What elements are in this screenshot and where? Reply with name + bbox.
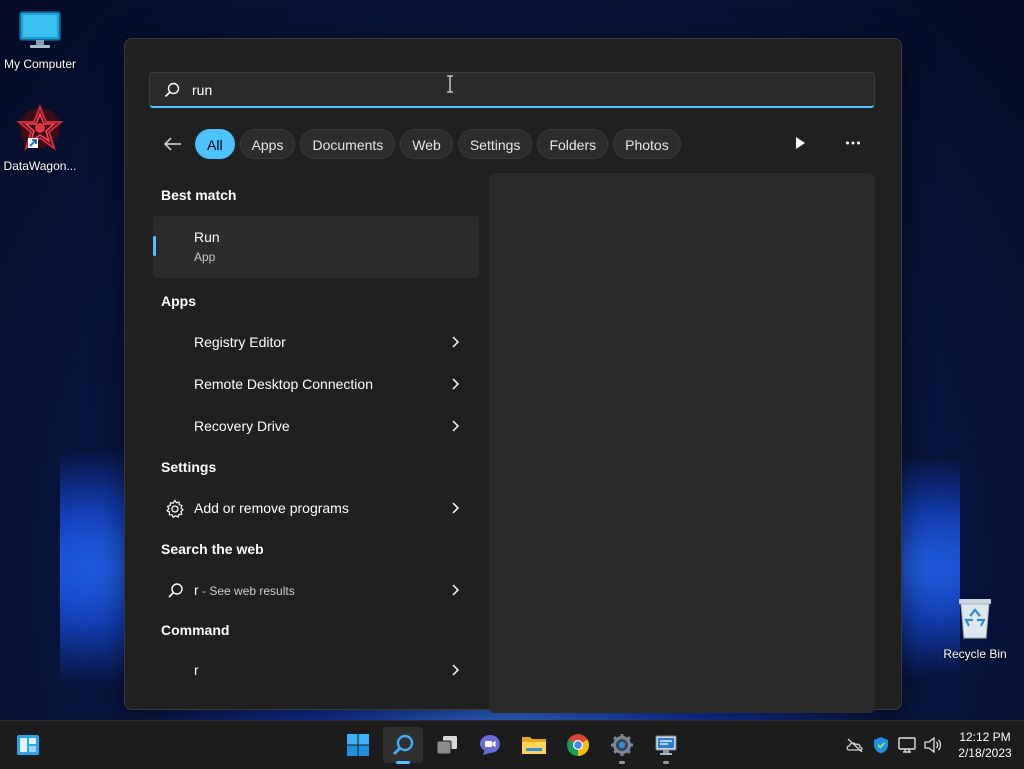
list-item-label: r - See web results: [194, 582, 295, 598]
desktop-icon-datawagon[interactable]: DataWagon...: [0, 104, 80, 173]
section-title-command: Command: [161, 622, 230, 638]
desktop-icon-recycle-bin[interactable]: Recycle Bin: [935, 596, 1015, 661]
chevron-right-icon[interactable]: [451, 336, 459, 348]
section-title-apps: Apps: [161, 293, 196, 309]
list-item-recovery-drive[interactable]: Recovery Drive: [153, 407, 479, 445]
section-title-settings: Settings: [161, 459, 217, 475]
play-icon: [796, 137, 805, 149]
remote-desktop-connection-icon: [165, 375, 185, 395]
taskbar-chrome-button[interactable]: [558, 727, 598, 763]
search-input[interactable]: run: [149, 72, 875, 108]
taskbar-task-view-button[interactable]: [427, 727, 467, 763]
gear-icon: [166, 499, 184, 519]
datawagon-app-icon: [16, 104, 64, 151]
chevron-right-icon[interactable]: [451, 420, 459, 432]
web-search-suffix: - See web results: [198, 584, 295, 598]
desktop-icon-label: DataWagon...: [3, 159, 77, 173]
filter-photos[interactable]: Photos: [613, 129, 681, 159]
running-indicator: [663, 761, 669, 764]
best-match-run[interactable]: Run App: [153, 216, 479, 278]
filter-documents[interactable]: Documents: [300, 129, 396, 159]
list-item-label: Remote Desktop Connection: [194, 376, 373, 392]
security-shield-icon[interactable]: [871, 735, 891, 755]
taskbar-settings-button[interactable]: [602, 727, 642, 764]
monitor-icon: [19, 11, 61, 48]
more-dots-icon: [846, 141, 860, 145]
widgets-icon: [17, 735, 39, 755]
command-icon: [165, 661, 185, 681]
taskbar-search-button[interactable]: [383, 727, 423, 764]
arrow-left-icon: [164, 137, 181, 151]
filter-bar: All Apps Documents Web Settings Folders …: [155, 128, 686, 160]
taskbar-chat-button[interactable]: [470, 727, 510, 763]
desktop-icon-label: Recycle Bin: [943, 647, 1007, 661]
chevron-right-icon[interactable]: [451, 502, 459, 514]
taskbar: 12:12 PM 2/18/2023: [0, 720, 1024, 769]
list-item-registry-editor[interactable]: Registry Editor: [153, 323, 479, 361]
text-cursor-icon: [447, 75, 453, 93]
active-indicator: [396, 761, 410, 764]
registry-editor-icon: [165, 333, 185, 353]
best-match-type: App: [194, 250, 216, 264]
task-view-icon: [436, 736, 457, 755]
list-item-web-search[interactable]: r - See web results: [153, 571, 479, 609]
remote-desktop-icon: [655, 735, 677, 755]
run-app-icon: [165, 234, 187, 256]
list-item-label: Recovery Drive: [194, 418, 290, 434]
filter-all[interactable]: All: [195, 129, 235, 159]
search-query: run: [192, 82, 213, 98]
network-icon[interactable]: [897, 735, 917, 755]
chevron-right-icon[interactable]: [451, 664, 459, 676]
list-item-label: r: [194, 662, 199, 678]
list-item-command[interactable]: r: [153, 651, 479, 689]
taskbar-start-button[interactable]: [338, 727, 378, 763]
teams-chat-icon: [480, 735, 500, 755]
clock-time: 12:12 PM: [959, 730, 1011, 744]
list-item-add-remove-programs[interactable]: Add or remove programs: [153, 489, 479, 527]
recycle-bin-icon: [959, 599, 991, 639]
clock-date: 2/18/2023: [958, 746, 1012, 760]
list-item-remote-desktop[interactable]: Remote Desktop Connection: [153, 365, 479, 403]
list-item-label: Add or remove programs: [194, 500, 349, 516]
taskbar-remote-desktop-button[interactable]: [646, 727, 686, 764]
best-match-name: Run: [194, 229, 220, 245]
system-tray: [845, 721, 943, 769]
desktop-icon-my-computer[interactable]: My Computer: [0, 10, 80, 71]
search-panel: run All Apps Documents Web Settings Fold…: [124, 38, 902, 713]
preview-pane: [489, 173, 875, 713]
chrome-icon: [567, 734, 589, 756]
onedrive-offline-icon[interactable]: [845, 735, 865, 755]
search-icon: [393, 734, 414, 755]
more-options-button[interactable]: [845, 135, 861, 156]
list-item-label: Registry Editor: [194, 334, 286, 350]
selection-indicator: [153, 236, 156, 256]
search-icon: [168, 583, 183, 598]
chevron-right-icon[interactable]: [451, 378, 459, 390]
file-explorer-icon: [522, 737, 546, 754]
filter-folders[interactable]: Folders: [537, 129, 609, 159]
back-button[interactable]: [155, 128, 191, 160]
taskbar-widgets-button[interactable]: [8, 727, 48, 763]
search-icon: [164, 82, 180, 98]
recovery-drive-icon: [165, 417, 185, 437]
more-filters-button[interactable]: [793, 135, 807, 156]
section-title-best-match: Best match: [161, 187, 237, 203]
filter-apps[interactable]: Apps: [239, 129, 296, 159]
taskbar-clock[interactable]: 12:12 PM 2/18/2023: [950, 729, 1020, 761]
desktop-icon-label: My Computer: [3, 57, 77, 71]
volume-icon[interactable]: [923, 735, 943, 755]
start-icon: [347, 734, 369, 756]
taskbar-file-explorer-button[interactable]: [514, 727, 554, 763]
filter-web[interactable]: Web: [400, 129, 453, 159]
settings-icon: [611, 734, 633, 756]
chevron-right-icon[interactable]: [451, 584, 459, 596]
section-title-search-web: Search the web: [161, 541, 264, 557]
running-indicator: [619, 761, 625, 764]
filter-settings[interactable]: Settings: [457, 129, 533, 159]
